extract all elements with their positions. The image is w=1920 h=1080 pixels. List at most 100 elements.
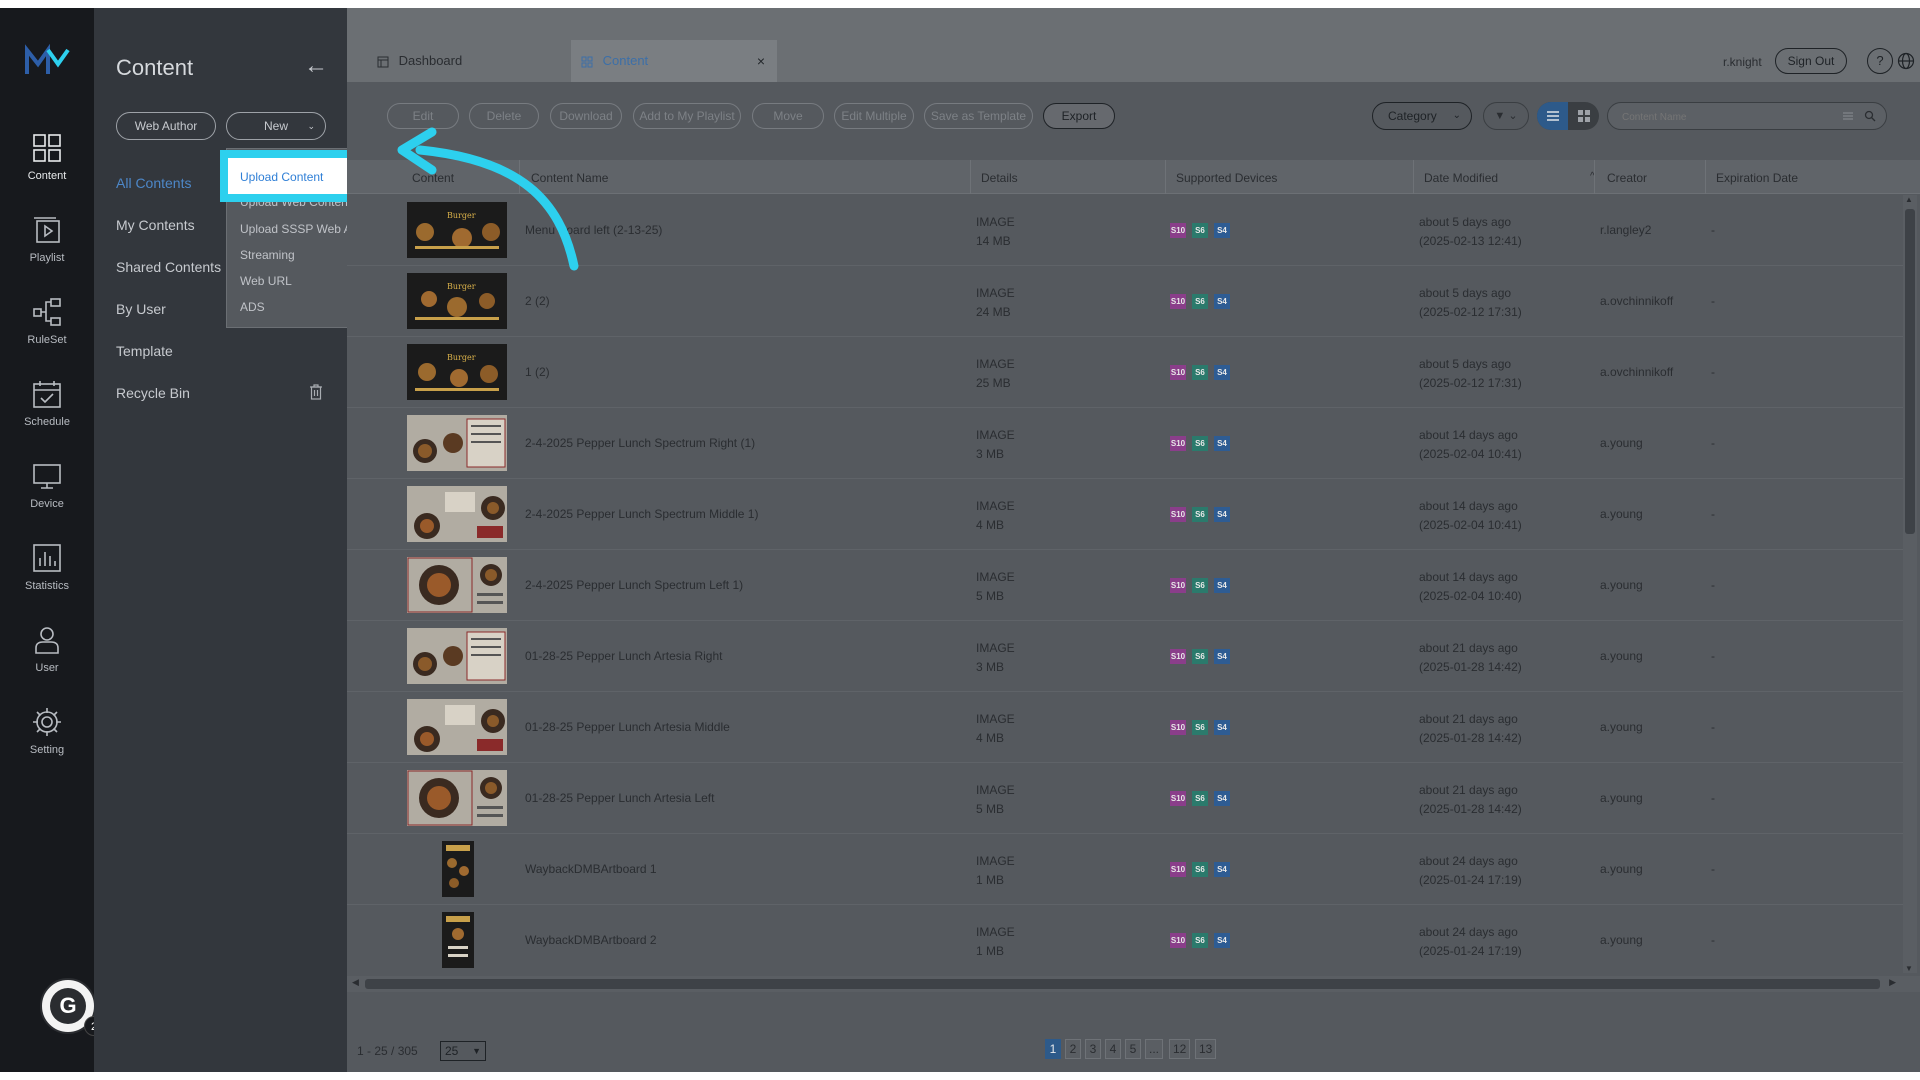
menu-item-web-url[interactable]: Web URL: [240, 274, 292, 288]
nav-template[interactable]: Template: [116, 343, 173, 359]
table-row[interactable]: Burger Menu Board left (2-13-25) IMAGE 1…: [347, 195, 1903, 266]
grammarly-icon: G: [50, 988, 86, 1024]
rail-item-playlist[interactable]: Playlist: [0, 214, 94, 294]
edit-button[interactable]: Edit: [387, 103, 459, 129]
rail-item-content[interactable]: Content: [0, 132, 94, 212]
scroll-left-icon[interactable]: ◀: [352, 977, 359, 988]
grammarly-widget[interactable]: G 2: [40, 978, 104, 1036]
new-button[interactable]: New ⌄: [226, 112, 326, 140]
page-button[interactable]: 2: [1065, 1039, 1081, 1059]
save-as-template-button[interactable]: Save as Template: [924, 103, 1033, 129]
content-thumbnail[interactable]: Burger: [407, 344, 507, 400]
content-thumbnail[interactable]: Burger: [407, 273, 507, 329]
content-thumbnail[interactable]: [442, 912, 474, 968]
tab-dashboard[interactable]: Dashboard: [367, 40, 567, 82]
col-expiration-date[interactable]: Expiration Date: [1716, 171, 1798, 185]
content-thumbnail[interactable]: [407, 770, 507, 826]
filter-button[interactable]: ▼ ⌄: [1483, 102, 1529, 130]
page-button[interactable]: 12: [1169, 1039, 1191, 1059]
horizontal-scrollbar[interactable]: ◀ ▶: [347, 976, 1920, 992]
menu-item-streaming[interactable]: Streaming: [240, 248, 295, 262]
content-name: Menu Board left (2-13-25): [525, 223, 663, 237]
list-view-button[interactable]: [1537, 102, 1568, 130]
creator: a.young: [1600, 862, 1643, 876]
col-details[interactable]: Details: [981, 171, 1018, 185]
trash-icon[interactable]: [309, 384, 323, 400]
search-icon[interactable]: [1864, 110, 1876, 122]
col-content-name[interactable]: Content Name: [531, 171, 608, 185]
table-row[interactable]: 2-4-2025 Pepper Lunch Spectrum Left 1) I…: [347, 550, 1903, 621]
rail-item-schedule[interactable]: Schedule: [0, 378, 94, 458]
close-icon[interactable]: ×: [757, 40, 765, 82]
scrollbar-thumb[interactable]: [365, 979, 1880, 989]
sign-out-button[interactable]: Sign Out: [1775, 48, 1847, 74]
collapse-arrow-icon[interactable]: ←: [304, 52, 328, 80]
rail-item-setting[interactable]: Setting: [0, 706, 94, 786]
tab-content[interactable]: Content ×: [571, 40, 777, 82]
content-type: IMAGE: [976, 570, 1015, 584]
table-row[interactable]: 01-28-25 Pepper Lunch Artesia Left IMAGE…: [347, 763, 1903, 834]
search-input[interactable]: [1622, 108, 1822, 126]
add-to-playlist-button[interactable]: Add to My Playlist: [633, 103, 741, 129]
globe-icon[interactable]: [1897, 52, 1915, 70]
main-area: Dashboard Content × r.knight Sign Out ? …: [347, 8, 1920, 1072]
page-button[interactable]: 13: [1195, 1039, 1217, 1059]
col-date-modified[interactable]: Date Modified: [1424, 171, 1498, 185]
scroll-up-icon[interactable]: ▲: [1905, 195, 1913, 204]
page-size-select[interactable]: 25 ▼: [440, 1041, 486, 1061]
rail-item-ruleset[interactable]: RuleSet: [0, 296, 94, 376]
scroll-right-icon[interactable]: ▶: [1889, 977, 1896, 988]
table-row[interactable]: WaybackDMBArtboard 2 IMAGE 1 MB S10 S6 S…: [347, 905, 1903, 975]
nav-recycle-bin[interactable]: Recycle Bin: [116, 385, 190, 401]
modified-relative: about 21 days ago: [1419, 783, 1518, 797]
content-thumbnail[interactable]: [407, 557, 507, 613]
nav-by-user[interactable]: By User: [116, 301, 166, 317]
device-badge-s10: S10: [1170, 791, 1186, 806]
download-button[interactable]: Download: [550, 103, 622, 129]
content-thumbnail[interactable]: [407, 486, 507, 542]
device-badge-s6: S6: [1192, 791, 1208, 806]
device-badge-s4: S4: [1214, 365, 1230, 380]
table-row[interactable]: 2-4-2025 Pepper Lunch Spectrum Right (1)…: [347, 408, 1903, 479]
table-row[interactable]: 2-4-2025 Pepper Lunch Spectrum Middle 1)…: [347, 479, 1903, 550]
content-thumbnail[interactable]: [407, 628, 507, 684]
export-button[interactable]: Export: [1043, 103, 1115, 129]
rail-item-statistics[interactable]: Statistics: [0, 542, 94, 622]
content-thumbnail[interactable]: Burger: [407, 202, 507, 258]
rail-item-user[interactable]: User: [0, 624, 94, 704]
table-row[interactable]: 01-28-25 Pepper Lunch Artesia Middle IMA…: [347, 692, 1903, 763]
page-button[interactable]: 1: [1045, 1039, 1061, 1059]
content-thumbnail[interactable]: [407, 699, 507, 755]
grid-view-button[interactable]: [1568, 102, 1599, 130]
magicinfo-logo[interactable]: [24, 44, 70, 80]
table-row[interactable]: Burger 1 (2) IMAGE 25 MB S10 S6 S4 about…: [347, 337, 1903, 408]
content-name: 01-28-25 Pepper Lunch Artesia Right: [525, 649, 723, 663]
scrollbar-thumb[interactable]: [1905, 209, 1915, 534]
table-row[interactable]: WaybackDMBArtboard 1 IMAGE 1 MB S10 S6 S…: [347, 834, 1903, 905]
vertical-scrollbar[interactable]: ▲ ▼: [1903, 195, 1917, 973]
page-button[interactable]: 4: [1105, 1039, 1121, 1059]
rail-item-device[interactable]: Device: [0, 460, 94, 540]
table-row[interactable]: 01-28-25 Pepper Lunch Artesia Right IMAG…: [347, 621, 1903, 692]
page-button[interactable]: 5: [1125, 1039, 1141, 1059]
page-button[interactable]: 3: [1085, 1039, 1101, 1059]
modified-date: (2025-01-24 17:19): [1419, 873, 1522, 887]
col-creator[interactable]: Creator: [1607, 171, 1647, 185]
delete-button[interactable]: Delete: [469, 103, 539, 129]
help-button[interactable]: ?: [1867, 48, 1893, 74]
col-supported-devices[interactable]: Supported Devices: [1176, 171, 1277, 185]
nav-my-contents[interactable]: My Contents: [116, 217, 195, 233]
move-button[interactable]: Move: [752, 103, 824, 129]
col-content[interactable]: Content: [412, 171, 454, 185]
table-row[interactable]: Burger 2 (2) IMAGE 24 MB S10 S6 S4 about…: [347, 266, 1903, 337]
content-thumbnail[interactable]: [407, 415, 507, 471]
content-thumbnail[interactable]: [442, 841, 474, 897]
web-author-button[interactable]: Web Author: [116, 112, 216, 140]
scroll-down-icon[interactable]: ▼: [1905, 964, 1913, 973]
edit-multiple-button[interactable]: Edit Multiple: [834, 103, 914, 129]
nav-shared-contents[interactable]: Shared Contents: [116, 259, 221, 275]
nav-all-contents[interactable]: All Contents: [116, 175, 191, 191]
menu-lines-icon[interactable]: [1842, 110, 1854, 122]
category-select[interactable]: Category ⌄: [1372, 102, 1472, 130]
menu-item-ads[interactable]: ADS: [240, 300, 265, 314]
